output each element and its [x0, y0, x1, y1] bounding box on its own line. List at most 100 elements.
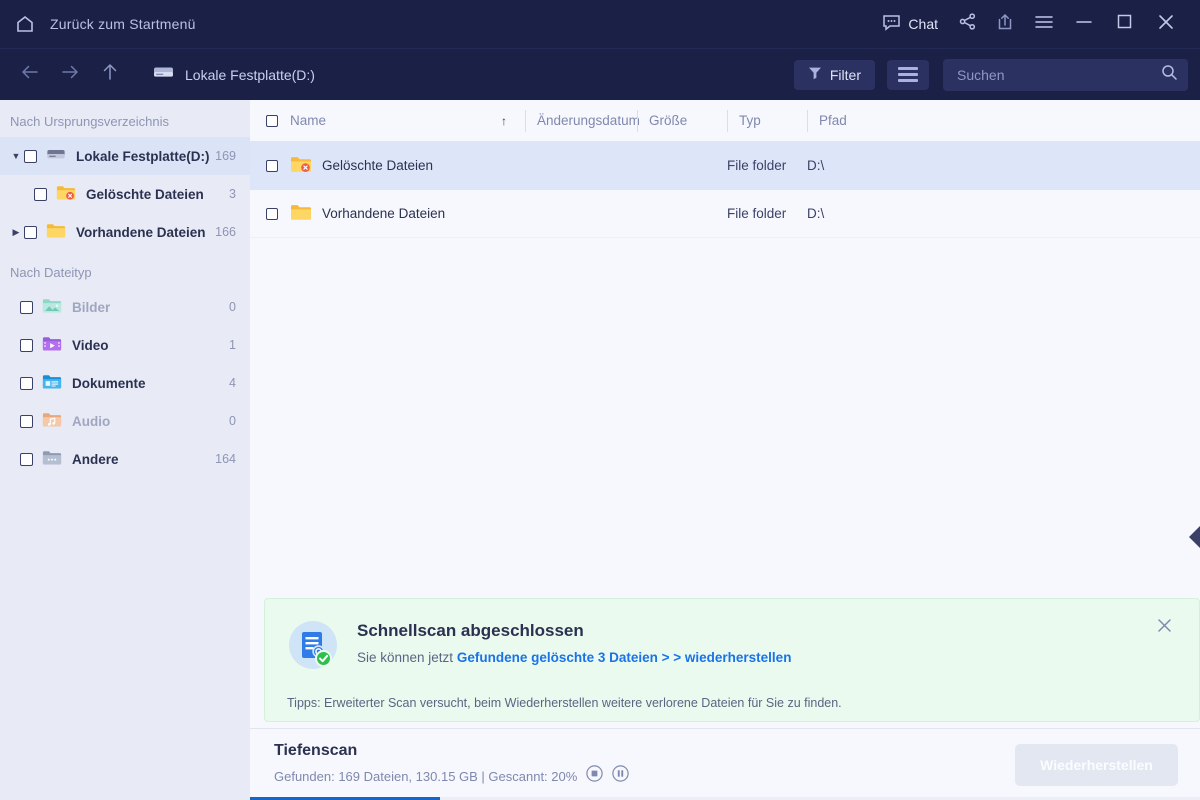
audio-folder-icon: [42, 411, 72, 431]
sidebar-item-dokumente[interactable]: Dokumente 4: [0, 364, 250, 402]
column-divider: [807, 109, 808, 132]
sidebar-checkbox[interactable]: [24, 225, 37, 239]
image-folder-icon: [42, 297, 72, 317]
sidebar-item-vorhandene-dateien[interactable]: ▶ Vorhandene Dateien 166: [0, 213, 250, 251]
title-bar: Zurück zum Startmenü Chat: [0, 0, 1200, 48]
minimize-icon: [1076, 15, 1092, 34]
file-list-panel: Name ↑ Änderungsdatum Größe Typ Pfad Gel…: [250, 100, 1200, 800]
breadcrumb[interactable]: Lokale Festplatte(D:): [152, 65, 315, 85]
notification-close-button[interactable]: [1153, 617, 1175, 639]
view-mode-button[interactable]: [887, 59, 929, 90]
back-to-start-menu-button[interactable]: Zurück zum Startmenü: [14, 13, 196, 35]
row-name-label: Gelöschte Dateien: [322, 158, 434, 173]
export-button[interactable]: [986, 5, 1024, 43]
column-header-type[interactable]: Typ: [727, 108, 807, 134]
sidebar-section-filetype: Nach Dateityp: [10, 265, 92, 280]
collapse-panel-handle[interactable]: [1189, 526, 1200, 548]
sidebar-checkbox[interactable]: [20, 300, 33, 314]
search-icon[interactable]: [1161, 64, 1178, 86]
up-button[interactable]: [90, 55, 130, 95]
sidebar-checkbox[interactable]: [24, 149, 37, 163]
sidebar-item-count: 1: [229, 338, 236, 352]
sidebar-item-geloeschte-dateien[interactable]: ▶ Gelöschte Dateien 3: [0, 175, 250, 213]
sidebar: Nach Ursprungsverzeichnis ▼ Lokale Festp…: [0, 100, 250, 800]
maximize-icon: [1117, 14, 1132, 34]
scan-complete-icon: [287, 621, 339, 676]
column-header-path[interactable]: Pfad: [807, 108, 947, 134]
column-header-size[interactable]: Größe: [637, 108, 727, 134]
content-area: Nach Ursprungsverzeichnis ▼ Lokale Festp…: [0, 100, 1200, 800]
sidebar-item-andere[interactable]: Andere 164: [0, 440, 250, 478]
back-to-start-menu-label: Zurück zum Startmenü: [50, 16, 196, 32]
breadcrumb-label: Lokale Festplatte(D:): [185, 66, 315, 83]
other-folder-icon: [42, 449, 72, 469]
app-window: Zurück zum Startmenü Chat Lokale Festpla…: [0, 0, 1200, 800]
sidebar-item-count: 4: [229, 376, 236, 390]
sidebar-item-bilder[interactable]: Bilder 0: [0, 288, 250, 326]
sidebar-item-video[interactable]: Video 1: [0, 326, 250, 364]
window-menu-button[interactable]: [1024, 5, 1064, 43]
recover-button[interactable]: Wiederherstellen: [1015, 743, 1178, 786]
table-row[interactable]: Gelöschte Dateien File folder D:\: [250, 142, 1200, 190]
notification-subtitle: Sie können jetzt Gefundene gelöschte 3 D…: [357, 650, 791, 665]
maximize-button[interactable]: [1104, 5, 1144, 43]
sidebar-item-label: Bilder: [72, 299, 111, 315]
select-all-checkbox[interactable]: [266, 114, 278, 127]
close-button[interactable]: [1144, 5, 1188, 43]
sidebar-item-audio[interactable]: Audio 0: [0, 402, 250, 440]
row-type-cell: File folder: [727, 158, 787, 173]
document-folder-icon: [42, 373, 72, 393]
column-divider: [727, 109, 728, 132]
search-box[interactable]: [943, 58, 1188, 91]
column-header-date[interactable]: Änderungsdatum: [525, 108, 640, 134]
collapse-panel-left-icon: [1189, 526, 1200, 552]
recover-found-files-link[interactable]: Gefundene gelöschte 3 Dateien > > wieder…: [457, 650, 792, 665]
sidebar-item-label: Gelöschte Dateien: [86, 186, 204, 202]
chevron-right-icon[interactable]: ▶: [8, 227, 24, 238]
hard-drive-icon: [152, 65, 175, 85]
hard-drive-icon: [46, 146, 76, 166]
sidebar-item-count: 169: [215, 149, 236, 163]
chevron-down-icon[interactable]: ▼: [8, 151, 24, 161]
scan-status-bar: Tiefenscan Gefunden: 169 Dateien, 130.15…: [250, 728, 1200, 800]
chat-button[interactable]: Chat: [876, 5, 948, 43]
search-input[interactable]: [957, 66, 1161, 83]
scan-stats: Gefunden: 169 Dateien, 130.15 GB | Gesca…: [274, 768, 578, 784]
sidebar-checkbox[interactable]: [20, 376, 33, 390]
notification-title: Schnellscan abgeschlossen: [357, 621, 584, 640]
sidebar-item-label: Audio: [72, 413, 111, 429]
row-name-label: Vorhandene Dateien: [322, 206, 446, 221]
arrow-right-icon: [60, 63, 80, 86]
sidebar-item-count: 0: [229, 300, 236, 314]
filter-button[interactable]: Filter: [793, 59, 875, 90]
stop-scan-button[interactable]: [586, 765, 604, 787]
sidebar-checkbox[interactable]: [20, 452, 33, 466]
arrow-up-icon: [101, 62, 119, 87]
column-divider: [637, 109, 638, 132]
titlebar-actions: Chat: [876, 5, 1188, 43]
table-row[interactable]: Vorhandene Dateien File folder D:\: [250, 190, 1200, 238]
folder-deleted-icon: [290, 155, 322, 176]
filter-label: Filter: [829, 66, 861, 83]
back-button[interactable]: [10, 55, 50, 95]
row-checkbox[interactable]: [266, 159, 278, 172]
sidebar-item-lokale-festplatte[interactable]: ▼ Lokale Festplatte(D:) 169: [0, 137, 250, 175]
chat-label: Chat: [908, 16, 938, 32]
row-checkbox[interactable]: [266, 207, 278, 220]
hamburger-menu-icon: [1035, 15, 1053, 34]
notification-header: Schnellscan abgeschlossen Sie können jet…: [287, 621, 1177, 676]
column-header-date-label: Änderungsdatum: [537, 113, 640, 128]
minimize-button[interactable]: [1064, 5, 1104, 43]
scan-title: Tiefenscan: [274, 742, 358, 759]
sidebar-checkbox[interactable]: [20, 414, 33, 428]
sidebar-checkbox[interactable]: [20, 338, 33, 352]
sort-ascending-icon[interactable]: ↑: [501, 114, 507, 128]
row-type-cell: File folder: [727, 206, 787, 221]
share-button[interactable]: [948, 5, 986, 43]
pause-scan-button[interactable]: [612, 765, 630, 787]
folder-icon: [290, 203, 322, 224]
column-header-name[interactable]: Name ↑: [250, 108, 525, 134]
sidebar-checkbox[interactable]: [34, 187, 47, 201]
forward-button[interactable]: [50, 55, 90, 95]
chat-bubble-icon: [882, 14, 901, 34]
